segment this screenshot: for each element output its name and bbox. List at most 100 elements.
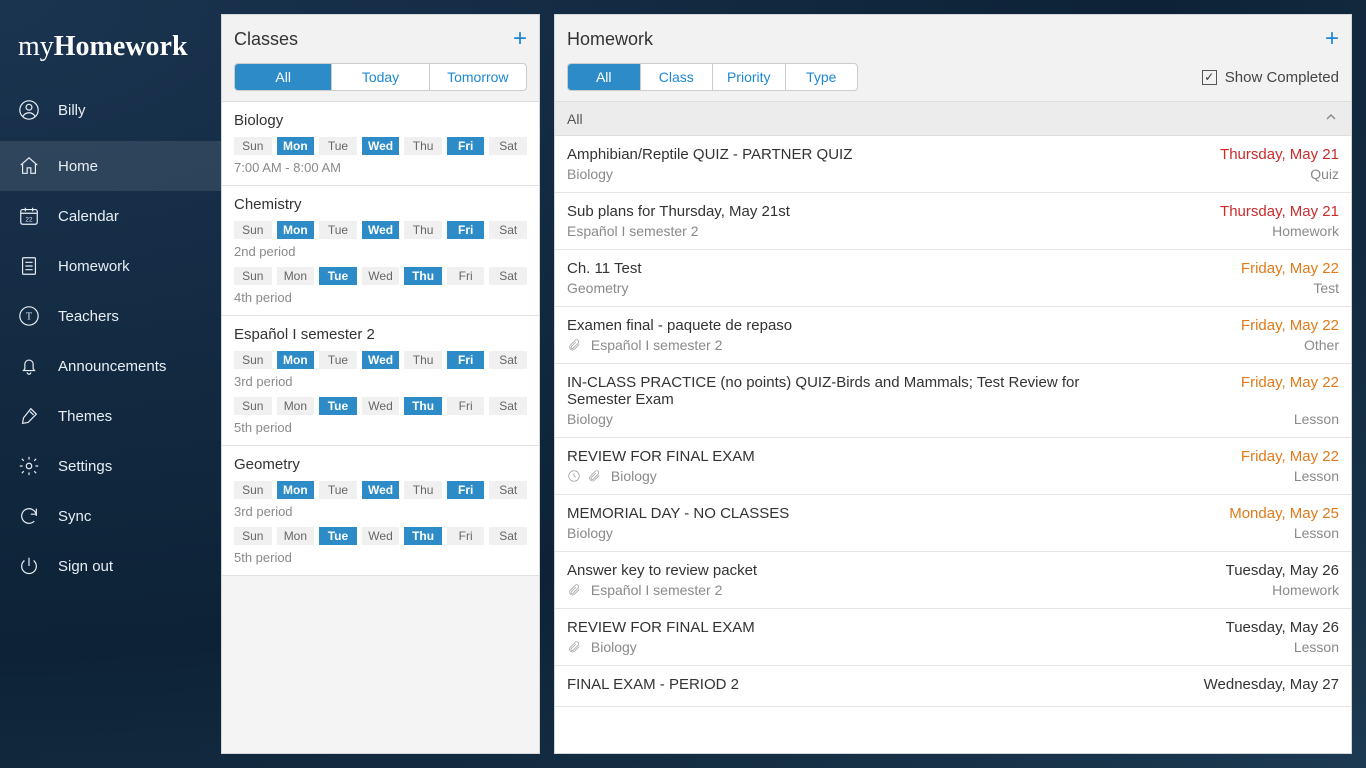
user-name: Billy — [58, 102, 86, 119]
day-badge: Wed — [362, 221, 400, 239]
attachment-icon — [567, 583, 581, 597]
nav-item-settings[interactable]: Settings — [0, 441, 221, 491]
day-badge: Mon — [277, 351, 315, 369]
day-badge: Sat — [489, 267, 527, 285]
homework-item-due: Thursday, May 21 — [1220, 146, 1339, 163]
show-completed-toggle[interactable]: ✓ Show Completed — [1202, 69, 1339, 86]
gear-icon — [18, 455, 40, 477]
user-icon — [18, 99, 40, 121]
day-badge: Fri — [447, 137, 485, 155]
schedule-subtext: 4th period — [234, 290, 527, 305]
nav-item-themes[interactable]: Themes — [0, 391, 221, 441]
day-badge: Sat — [489, 527, 527, 545]
homework-item-type: Lesson — [1294, 411, 1339, 427]
user-profile-link[interactable]: Billy — [0, 85, 221, 135]
day-badge: Sun — [234, 221, 272, 239]
add-class-button[interactable]: + — [513, 27, 527, 51]
homework-tab-class[interactable]: Class — [641, 64, 714, 90]
day-badge: Mon — [277, 397, 315, 415]
day-badge: Sun — [234, 137, 272, 155]
homework-panel: Homework + AllClassPriorityType ✓ Show C… — [554, 14, 1352, 754]
homework-item-due: Friday, May 22 — [1241, 374, 1339, 391]
homework-item-title: IN-CLASS PRACTICE (no points) QUIZ-Birds… — [567, 374, 1127, 408]
nav-item-calendar[interactable]: 22 Calendar — [0, 191, 221, 241]
themes-icon — [18, 405, 40, 427]
homework-item[interactable]: FINAL EXAM - PERIOD 2Wednesday, May 27 — [555, 666, 1351, 707]
day-badge: Sat — [489, 137, 527, 155]
homework-item-type: Homework — [1272, 582, 1339, 598]
homework-group-header[interactable]: All — [555, 102, 1351, 136]
add-homework-button[interactable]: + — [1325, 27, 1339, 51]
class-card[interactable]: BiologySunMonTueWedThuFriSat7:00 AM - 8:… — [222, 102, 539, 186]
nav-label: Calendar — [58, 208, 119, 225]
homework-item[interactable]: REVIEW FOR FINAL EXAMFriday, May 22 Biol… — [555, 438, 1351, 495]
homework-tab-all[interactable]: All — [568, 64, 641, 90]
homework-item-title: Examen final - paquete de repaso — [567, 317, 792, 334]
homework-item-type: Lesson — [1294, 639, 1339, 655]
day-badge: Fri — [447, 397, 485, 415]
homework-item-due: Monday, May 25 — [1229, 505, 1339, 522]
day-badge: Thu — [404, 527, 442, 545]
homework-item[interactable]: REVIEW FOR FINAL EXAMTuesday, May 26 Bio… — [555, 609, 1351, 666]
day-badge: Wed — [362, 481, 400, 499]
day-badge: Sat — [489, 481, 527, 499]
day-badge: Thu — [404, 221, 442, 239]
homework-item-title: REVIEW FOR FINAL EXAM — [567, 448, 755, 465]
schedule-subtext: 7:00 AM - 8:00 AM — [234, 160, 527, 175]
nav-label: Sign out — [58, 558, 113, 575]
day-badge: Fri — [447, 267, 485, 285]
day-badge: Mon — [277, 221, 315, 239]
class-card[interactable]: Español I semester 2SunMonTueWedThuFriSa… — [222, 316, 539, 446]
logo-prefix: my — [18, 31, 54, 62]
nav-item-announcements[interactable]: Announcements — [0, 341, 221, 391]
attachment-icon — [567, 338, 581, 352]
svg-text:T: T — [26, 312, 32, 323]
class-name: Chemistry — [234, 196, 527, 213]
day-badge: Thu — [404, 351, 442, 369]
class-card[interactable]: GeometrySunMonTueWedThuFriSat3rd periodS… — [222, 446, 539, 576]
homework-item-due: Friday, May 22 — [1241, 448, 1339, 465]
homework-list[interactable]: All Amphibian/Reptile QUIZ - PARTNER QUI… — [555, 102, 1351, 753]
homework-item[interactable]: Sub plans for Thursday, May 21stThursday… — [555, 193, 1351, 250]
day-badge: Mon — [277, 137, 315, 155]
nav-item-home[interactable]: Home — [0, 141, 221, 191]
day-badge: Thu — [404, 267, 442, 285]
homework-item-due: Thursday, May 21 — [1220, 203, 1339, 220]
homework-item-title: Answer key to review packet — [567, 562, 757, 579]
day-badge: Fri — [447, 527, 485, 545]
homework-item[interactable]: MEMORIAL DAY - NO CLASSESMonday, May 25B… — [555, 495, 1351, 552]
chevron-up-icon — [1323, 109, 1339, 128]
homework-item-title: Ch. 11 Test — [567, 260, 642, 277]
nav-item-homework[interactable]: Homework — [0, 241, 221, 291]
classes-list[interactable]: BiologySunMonTueWedThuFriSat7:00 AM - 8:… — [222, 102, 539, 753]
logo-main: Homework — [54, 31, 188, 62]
homework-item[interactable]: Amphibian/Reptile QUIZ - PARTNER QUIZThu… — [555, 136, 1351, 193]
nav-label: Home — [58, 158, 98, 175]
homework-item[interactable]: Ch. 11 TestFriday, May 22GeometryTest — [555, 250, 1351, 307]
classes-tab-all[interactable]: All — [235, 64, 332, 90]
homework-tab-priority[interactable]: Priority — [713, 64, 786, 90]
homework-item[interactable]: Answer key to review packetTuesday, May … — [555, 552, 1351, 609]
class-name: Geometry — [234, 456, 527, 473]
classes-tab-tomorrow[interactable]: Tomorrow — [430, 64, 526, 90]
nav-item-sync[interactable]: Sync — [0, 491, 221, 541]
nav-item-teachers[interactable]: TTeachers — [0, 291, 221, 341]
homework-tab-type[interactable]: Type — [786, 64, 858, 90]
sync-icon — [18, 505, 40, 527]
nav-item-sign-out[interactable]: Sign out — [0, 541, 221, 591]
day-badge: Sun — [234, 481, 272, 499]
homework-item[interactable]: IN-CLASS PRACTICE (no points) QUIZ-Birds… — [555, 364, 1351, 438]
homework-item[interactable]: Examen final - paquete de repaso Friday, … — [555, 307, 1351, 364]
homework-item-title: FINAL EXAM - PERIOD 2 — [567, 676, 739, 693]
homework-panel-header: Homework + AllClassPriorityType ✓ Show C… — [555, 15, 1351, 102]
classes-tab-today[interactable]: Today — [332, 64, 429, 90]
day-badge: Thu — [404, 137, 442, 155]
homework-item-due: Friday, May 22 — [1241, 317, 1339, 334]
class-card[interactable]: ChemistrySunMonTueWedThuFriSat2nd period… — [222, 186, 539, 316]
svg-text:22: 22 — [25, 217, 33, 224]
show-completed-checkbox[interactable]: ✓ — [1202, 70, 1217, 85]
day-badge: Tue — [319, 397, 357, 415]
homework-item-class: Español I semester 2 — [567, 582, 722, 598]
homework-item-class: Biology — [567, 411, 613, 427]
class-name: Biology — [234, 112, 527, 129]
